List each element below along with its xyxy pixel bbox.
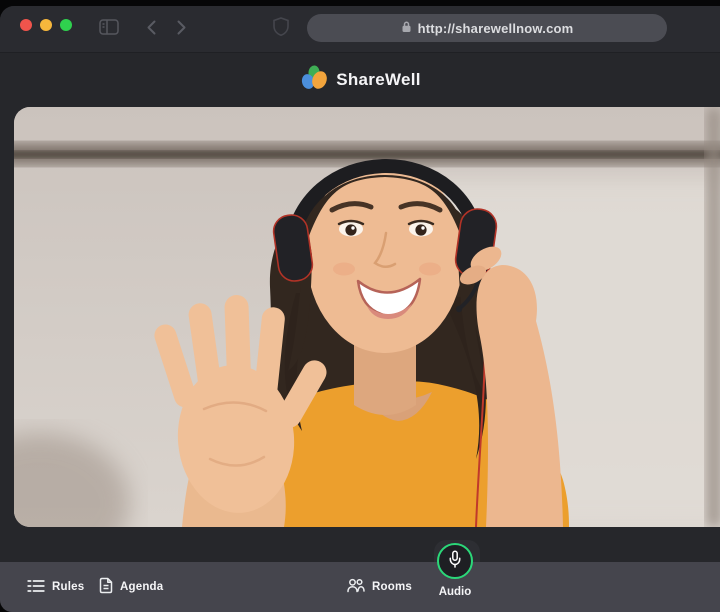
audio-label: Audio: [425, 586, 485, 598]
agenda-button[interactable]: Agenda: [99, 562, 163, 612]
document-icon: [99, 577, 113, 597]
participant-video: [14, 107, 720, 527]
sidebar-toggle-icon[interactable]: [99, 19, 119, 40]
rooms-label: Rooms: [372, 581, 412, 593]
close-window-button[interactable]: [20, 19, 32, 31]
people-icon: [347, 578, 365, 596]
rules-button[interactable]: Rules: [27, 562, 84, 612]
meeting-toolbar: Rules Agenda R: [0, 562, 720, 612]
microphone-icon: [448, 550, 462, 573]
rooms-button[interactable]: Rooms: [347, 562, 412, 612]
list-icon: [27, 579, 45, 596]
audio-mute-button[interactable]: [437, 543, 473, 579]
url-text: http://sharewellnow.com: [418, 21, 574, 36]
browser-chrome-bar: http://sharewellnow.com: [0, 6, 720, 53]
agenda-label: Agenda: [120, 581, 163, 593]
browser-window: http://sharewellnow.com ShareWell: [0, 6, 720, 612]
app-header: ShareWell: [0, 53, 720, 107]
rules-label: Rules: [52, 581, 84, 593]
lock-icon: [401, 20, 412, 36]
back-chevron-icon[interactable]: [146, 19, 157, 41]
zoom-window-button[interactable]: [60, 19, 72, 31]
minimize-window-button[interactable]: [40, 19, 52, 31]
forward-chevron-icon[interactable]: [176, 19, 187, 41]
sharewell-logo-icon[interactable]: [299, 63, 329, 98]
address-bar[interactable]: http://sharewellnow.com: [307, 14, 667, 42]
shield-icon[interactable]: [273, 17, 289, 42]
brand-title: ShareWell: [336, 70, 421, 90]
